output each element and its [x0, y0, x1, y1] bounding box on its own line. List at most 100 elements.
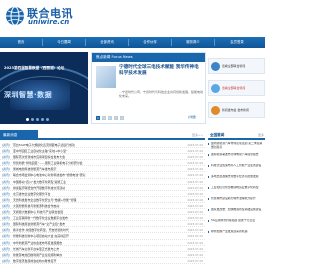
latest-news-header: 最新消息 更多>>: [0, 130, 205, 140]
news-category: [资讯]: [2, 197, 10, 202]
nav-item-today[interactable]: 今日要闻: [43, 37, 85, 48]
news-category: [资讯]: [2, 155, 10, 160]
news-category: [资讯]: [2, 179, 10, 184]
banner-carousel[interactable]: 2023第四届智慧数据（西丽湖）论坛 深圳智慧·数据: [0, 52, 88, 124]
sidebar-news-link[interactable]: 绿色低碳产业发展迎来新机遇: [208, 230, 265, 241]
focus-news-thumbnail[interactable]: [96, 66, 116, 88]
focus-page-button[interactable]: 5: [120, 116, 124, 120]
sidebar-title: 全国要闻: [210, 133, 225, 137]
banner-pagination: [26, 118, 49, 121]
nav-item-home[interactable]: 首页: [0, 37, 42, 48]
sidebar-news-link[interactable]: 多地出台政策支持数字经济高质量发展: [208, 175, 265, 186]
news-category: [资讯]: [2, 222, 10, 227]
news-date: 2023-07-04: [187, 216, 203, 221]
globe-logo-icon[interactable]: [5, 6, 25, 26]
news-title-link[interactable]: 中国移动“四川”发力数字化转型 赋能工业: [13, 180, 173, 184]
news-title-link[interactable]: 大展智能科技与新能源科技合作启动: [13, 204, 173, 208]
banner-dot[interactable]: [46, 118, 49, 121]
focus-news-panel: 焦点新闻 Focus News 宁德时代全球三电技术赋能 我华传神电科学技术发展…: [91, 52, 206, 124]
site-header: 联合电讯 uniwire.cn: [0, 0, 265, 34]
latest-news-tab[interactable]: 最新消息: [0, 130, 38, 140]
news-category: [资讯]: [2, 173, 10, 178]
promo-card[interactable]: 查看全部联合新闻: [208, 58, 265, 74]
latest-news-more-link[interactable]: 更多>>: [192, 133, 203, 137]
news-title-link[interactable]: 天视频大数据中心 科技与产业联合发展: [13, 210, 173, 214]
sidebar-news-link[interactable]: 5G应用场景持续拓展 赋能千行百业: [208, 219, 265, 230]
news-date: 2023-07-04: [187, 222, 203, 227]
news-title-link[interactable]: 健康医疗联盟合作开展数字科技交流活动: [13, 186, 173, 190]
news-date: 2023-07-04: [187, 161, 203, 166]
news-title-link[interactable]: 中华新能源产业协会发布年度发展报告: [13, 241, 173, 245]
sidebar-news-link[interactable]: 国内新能源汽车市场表现强劲 第二季度销量创新高: [208, 142, 265, 153]
sidebar-news-link[interactable]: 智慧城市建设助力城市治理能力提升: [208, 197, 265, 208]
brand-domain[interactable]: uniwire.cn: [28, 18, 69, 26]
news-title-link[interactable]: 智能科技创新中心项目启动大会 在深圳召开: [13, 234, 173, 238]
news-date: 2023-07-04: [187, 179, 203, 184]
focus-news-headline[interactable]: 宁德时代全球三电技术赋能 我华传神电科学技术发展: [119, 65, 203, 77]
news-date: 2023-07-04: [187, 228, 203, 233]
news-date: 2023-07-04: [187, 246, 203, 251]
news-row[interactable]: [资讯] 数字经济发展峰会在杭州隆重召开 2023-07-04: [0, 258, 205, 264]
banner-dot[interactable]: [36, 118, 39, 121]
sidebar-news-link[interactable]: 工业和信息化部推动制造业数字化转型: [208, 186, 265, 197]
banner-dot[interactable]: [41, 118, 44, 121]
banner-dot[interactable]: [26, 118, 29, 121]
news-date: 2023-07-04: [187, 167, 203, 172]
news-date: 2023-07-04: [187, 155, 203, 160]
banner-arc: [0, 76, 88, 124]
news-category: [资讯]: [2, 161, 10, 166]
news-category: [资讯]: [2, 185, 10, 190]
focus-news-summary: …宁德时代公司，宁德时代与科技企业共同创新发展，赋能电动化未来。: [119, 90, 204, 99]
news-title-link[interactable]: 亚中华园区工业自动化主轴“实地+中小型”: [13, 149, 173, 153]
promo-card[interactable]: 查看全部联合新闻: [208, 80, 265, 96]
news-date: 2023-07-04: [187, 203, 203, 208]
news-category: [资讯]: [2, 252, 10, 257]
focus-pagination: 1 2 3 4 5: [96, 116, 124, 120]
news-category: [资讯]: [2, 167, 10, 172]
nav-item-services[interactable]: 服务简介: [172, 37, 214, 48]
nav-item-all-news[interactable]: 全部资讯: [86, 37, 128, 48]
news-category: [资讯]: [2, 143, 10, 147]
focus-page-button[interactable]: 1: [96, 116, 100, 120]
sidebar-news-link[interactable]: 科技企业加速布局人工智能产业生态建设: [208, 164, 265, 175]
news-category: [资讯]: [2, 203, 10, 208]
focus-more-link[interactable]: [详细]: [188, 115, 196, 119]
news-date: 2023-07-04: [187, 210, 203, 215]
promo-card[interactable]: 新闻发布会 发布新闻: [208, 102, 265, 118]
focus-page-button[interactable]: 2: [102, 116, 106, 120]
document-icon: [211, 106, 220, 115]
news-title-link[interactable]: 联合市场监测中心电池中心对新科技发布“智能电池”研究: [13, 173, 173, 177]
focus-page-button[interactable]: 4: [114, 116, 118, 120]
news-title-link[interactable]: 智慧新能“绿色园区”——国际工业联机电子分析研讨会: [13, 161, 173, 165]
sidebar-more-link[interactable]: 更多: [258, 133, 264, 137]
news-title-link[interactable]: 工业互联网新一代数字化企业数据平台发布: [13, 216, 173, 220]
sidebar-news-link[interactable]: 国际能源署发布全球电动汽车展望报告: [208, 153, 265, 164]
news-title-link[interactable]: 天然科技发布企业数字化安全与“数据+智能”管理: [13, 198, 173, 202]
sidebar-news-link[interactable]: 国家发改委：加快推进新型基础设施建设: [208, 208, 265, 219]
news-date: 2023-07-04: [187, 191, 203, 196]
news-category: [资讯]: [2, 149, 10, 154]
news-date: 2023-07-04: [187, 258, 203, 263]
promo-text: 查看全部联合新闻: [222, 86, 246, 90]
nav-item-partners[interactable]: 合作伙伴: [129, 37, 171, 48]
banner-dot[interactable]: [31, 118, 34, 121]
news-title-link[interactable]: 数字经济发展峰会在杭州隆重召开: [13, 259, 173, 263]
nav-item-login[interactable]: 会员登录: [215, 37, 259, 48]
news-title-link[interactable]: 长城汽车全新平台车型正式发布上市: [13, 247, 173, 251]
news-title-link[interactable]: 浙城电池科技新能源汽车发布展示: [13, 167, 173, 171]
news-title-link[interactable]: 国际科技展会新能源汽车“全产业链”发布: [13, 222, 173, 226]
news-category: [资讯]: [2, 246, 10, 251]
focus-page-button[interactable]: 3: [108, 116, 112, 120]
news-title-link[interactable]: 新能源电池回收利用产业论坛顺利举办: [13, 253, 173, 257]
news-category: [资讯]: [2, 240, 10, 245]
news-title-link[interactable]: 首台5GW电子大规模化直流测距电子试运行成功: [13, 143, 173, 147]
news-date: 2023-07-04: [187, 173, 203, 178]
news-category: [资讯]: [2, 228, 10, 233]
news-title-link[interactable]: 国际首次智慧城市应用项目综合发布大会: [13, 155, 173, 159]
promo-text: 查看全部联合新闻: [222, 64, 246, 68]
news-title-link[interactable]: 携手合作 共促数字化转型，开启智慧新时代: [13, 228, 173, 232]
news-date: 2023-07-04: [187, 252, 203, 257]
news-title-link[interactable]: 北京发布企业数字化服务平台: [13, 192, 173, 196]
news-category: [资讯]: [2, 258, 10, 263]
main-nav: 首页 今日要闻 全部资讯 合作伙伴 服务简介 会员登录: [0, 37, 265, 48]
